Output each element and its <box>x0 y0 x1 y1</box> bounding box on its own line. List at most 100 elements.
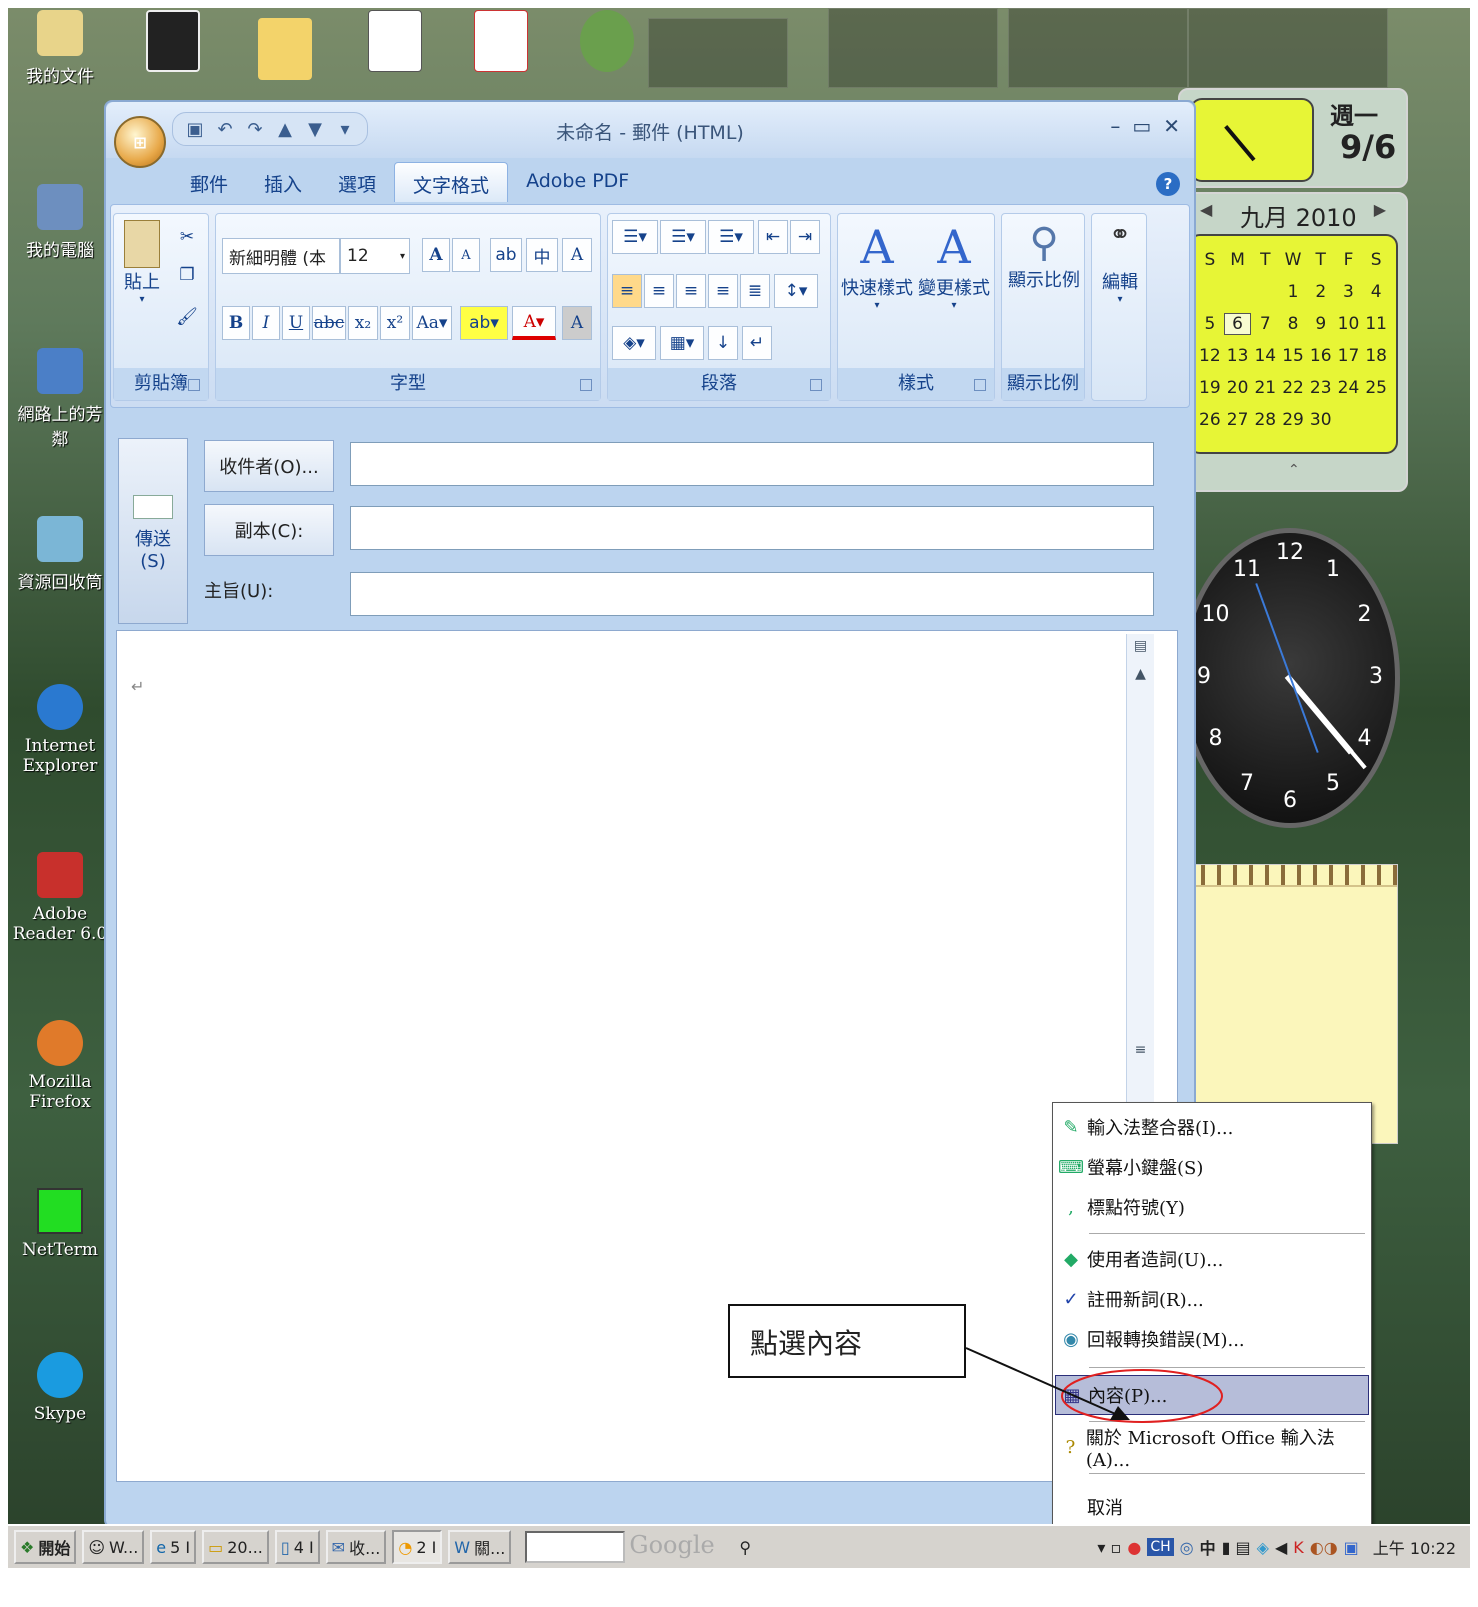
calendar-day[interactable]: 22 <box>1279 378 1307 398</box>
tray-monitor-icon[interactable]: ▣ <box>1344 1538 1359 1557</box>
zoom-button[interactable]: ⚲ 顯示比例 <box>1004 220 1084 292</box>
calendar-day[interactable]: 18 <box>1362 346 1390 366</box>
snap-assem-icon[interactable] <box>146 10 200 72</box>
calendar-day[interactable]: 12 <box>1196 346 1224 366</box>
antivirus-icon[interactable]: K <box>1293 1538 1304 1557</box>
calendar-day[interactable]: 11 <box>1362 314 1390 334</box>
justify-icon[interactable]: ≡ <box>708 274 738 308</box>
image-file-icon[interactable] <box>368 10 422 72</box>
network-tray-icon[interactable]: ◈ <box>1257 1538 1269 1557</box>
calendar-day[interactable]: 7 <box>1251 314 1279 334</box>
minimize-icon[interactable]: – <box>1110 114 1120 138</box>
calendar-day[interactable]: 24 <box>1335 378 1363 398</box>
align-left-icon[interactable]: ≡ <box>612 274 642 308</box>
desktop-icon-recycle-bin[interactable]: 資源回收筒 <box>10 516 110 593</box>
calendar-day[interactable]: 1 <box>1279 282 1307 302</box>
scroll-grip-icon[interactable]: ≡ <box>1127 1042 1154 1058</box>
increase-indent-icon[interactable]: ⇥ <box>790 220 820 254</box>
menu-item-ime-pad[interactable]: ✎ 輸入法整合器(I)... <box>1055 1107 1369 1147</box>
desktop-icon-adobe-reader[interactable]: Adobe Reader 6.0 <box>10 852 110 944</box>
taskbar-button[interactable]: ▭ 20... <box>202 1530 269 1564</box>
shrink-font-icon[interactable]: A <box>452 238 480 272</box>
calendar-gadget[interactable]: ◀ 九月 2010 ▶ S M T W T F S 1 2 3 4 5 6 7 8 9 10 11 12 13 14 15… <box>1178 192 1408 492</box>
analog-clock-gadget[interactable]: 12 1 2 3 4 5 6 7 8 9 10 11 <box>1180 528 1406 828</box>
format-painter-icon[interactable]: 🖌 <box>172 300 202 334</box>
message-body[interactable]: ↵ <box>116 630 1178 1482</box>
calendar-day[interactable]: 25 <box>1362 378 1390 398</box>
ime-chinese-indicator[interactable]: 中 <box>1200 1535 1216 1559</box>
font-launcher-icon[interactable] <box>580 379 592 391</box>
change-styles-button[interactable]: A 變更樣式 ▾ <box>916 220 992 311</box>
calendar-day[interactable]: 19 <box>1196 378 1224 398</box>
desktop-icon-my-documents[interactable]: 我的文件 <box>10 10 110 87</box>
toolbar-arrow-icon[interactable]: ▾ ▫ <box>1097 1538 1121 1557</box>
taskbar-button[interactable]: ▯ 4 I <box>274 1530 320 1564</box>
grow-font-icon[interactable]: A <box>422 238 450 272</box>
line-spacing-icon[interactable]: ↕▾ <box>774 274 818 308</box>
pdf-file-icon[interactable] <box>474 10 528 72</box>
start-button[interactable]: ❖ 開始 <box>14 1530 77 1564</box>
paragraph-launcher-icon[interactable] <box>810 379 822 391</box>
change-case-icon[interactable]: Aa▾ <box>412 306 452 340</box>
multilevel-list-icon[interactable]: ☰▾ <box>708 220 754 254</box>
calendar-day[interactable]: 26 <box>1196 410 1224 430</box>
copy-icon[interactable]: ❐ <box>172 258 202 292</box>
cut-icon[interactable]: ✂ <box>172 220 202 254</box>
tab-insert[interactable]: 插入 <box>246 162 320 202</box>
font-name-combo[interactable]: 新細明體 (本 <box>222 238 340 274</box>
taskbar-button[interactable]: e5 I <box>150 1530 197 1564</box>
desktop-icon-my-computer[interactable]: 我的電腦 <box>10 184 110 261</box>
tab-format-text[interactable]: 文字格式 <box>394 162 509 202</box>
decrease-indent-icon[interactable]: ⇤ <box>758 220 788 254</box>
calendar-day[interactable]: 8 <box>1279 314 1307 334</box>
help-icon[interactable]: ? <box>1156 172 1180 196</box>
tab-message[interactable]: 郵件 <box>172 162 246 202</box>
calendar-day[interactable]: 2 <box>1307 282 1335 302</box>
subject-field[interactable] <box>350 572 1154 616</box>
highlight-icon[interactable]: ab▾ <box>460 306 508 340</box>
borders-icon[interactable]: ▦▾ <box>660 326 704 360</box>
sort-icon[interactable]: ↓ <box>708 326 738 360</box>
character-border-icon[interactable]: A <box>562 238 592 272</box>
tray-app-icon[interactable]: ● <box>1127 1538 1141 1557</box>
calendar-day[interactable]: 5 <box>1196 314 1224 334</box>
menu-item-about[interactable]: ? 關於 Microsoft Office 輸入法(A)... <box>1055 1427 1369 1471</box>
calendar-day[interactable]: 3 <box>1335 282 1363 302</box>
calendar-day[interactable]: 9 <box>1307 314 1335 334</box>
search-input[interactable] <box>525 1531 626 1563</box>
clipboard-launcher-icon[interactable] <box>188 379 200 391</box>
align-center-icon[interactable]: ≡ <box>644 274 674 308</box>
align-right-icon[interactable]: ≡ <box>676 274 706 308</box>
maximize-icon[interactable]: ▭ <box>1132 114 1151 138</box>
search-icon[interactable]: ⚲ <box>739 1538 759 1557</box>
language-indicator[interactable]: CH <box>1147 1538 1174 1556</box>
office-button[interactable]: ⊞ <box>114 116 166 168</box>
character-shading-icon[interactable]: A <box>562 306 592 340</box>
superscript-icon[interactable]: x² <box>380 306 410 340</box>
enclose-characters-icon[interactable]: 中 <box>526 238 558 272</box>
italic-icon[interactable]: I <box>252 306 280 340</box>
to-field[interactable] <box>350 442 1154 486</box>
calendar-day[interactable]: 20 <box>1224 378 1252 398</box>
bold-icon[interactable]: B <box>222 306 250 340</box>
quick-styles-button[interactable]: A 快速樣式 ▾ <box>840 220 914 311</box>
tab-adobe-pdf[interactable]: Adobe PDF <box>508 162 647 202</box>
date-gadget[interactable]: 週一 9/6 <box>1178 88 1408 188</box>
menu-item-punctuation[interactable]: , 標點符號(Y) <box>1055 1187 1369 1227</box>
calendar-day[interactable]: 27 <box>1224 410 1252 430</box>
desktop-icon-netterm[interactable]: NetTerm <box>10 1188 110 1260</box>
menu-item-soft-keyboard[interactable]: ⌨ 螢幕小鍵盤(S) <box>1055 1147 1369 1187</box>
cc-button[interactable]: 副本(C): <box>204 504 334 556</box>
numbering-icon[interactable]: ☰▾ <box>660 220 706 254</box>
ruler-toggle-icon[interactable]: ▤ <box>1127 638 1154 654</box>
calendar-day[interactable]: 14 <box>1251 346 1279 366</box>
next-month-icon[interactable]: ▶ <box>1374 200 1386 219</box>
styles-launcher-icon[interactable] <box>974 379 986 391</box>
to-button[interactable]: 收件者(O)... <box>204 440 334 492</box>
editing-button[interactable]: ⚭ 編輯 ▾ <box>1094 220 1146 305</box>
volume-icon[interactable]: ◀ <box>1275 1538 1287 1557</box>
calendar-day[interactable]: 4 <box>1362 282 1390 302</box>
sip-phone-icon[interactable] <box>580 10 634 72</box>
shading-icon[interactable]: ◈▾ <box>612 326 656 360</box>
calendar-day[interactable]: 17 <box>1335 346 1363 366</box>
